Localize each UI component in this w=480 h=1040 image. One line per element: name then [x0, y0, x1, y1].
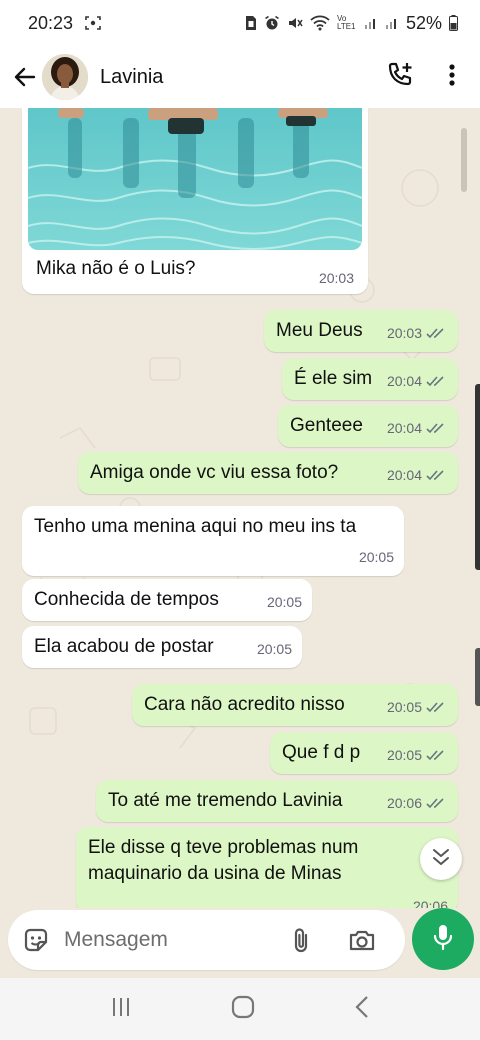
edge-panel-handle[interactable] — [475, 384, 480, 570]
message-bubble-outgoing[interactable]: Ele disse q teve problemas num maquinari… — [76, 827, 458, 914]
scrollbar-thumb[interactable] — [461, 128, 467, 192]
read-ticks-icon — [426, 469, 448, 481]
network-label: Vo LTE1 — [336, 14, 356, 31]
more-vert-icon[interactable] — [448, 63, 456, 92]
message-bubble-outgoing[interactable]: Que f d p 20:05 — [270, 732, 458, 774]
sticker-icon[interactable] — [22, 926, 50, 954]
message-bubble-outgoing[interactable]: Meu Deus 20:03 — [264, 310, 458, 352]
read-ticks-icon — [426, 749, 448, 761]
message-bubble-outgoing[interactable]: É ele sim 20:04 — [282, 358, 458, 400]
message-meta: 20:06 — [387, 790, 448, 816]
system-nav-bar — [0, 978, 480, 1040]
screenshot-icon — [85, 15, 101, 31]
message-text: Que f d p — [282, 742, 361, 763]
message-bubble-incoming[interactable]: Tenho uma menina aqui no meu ins ta 20:0… — [22, 506, 404, 576]
status-time: 20:23 — [28, 12, 74, 33]
battery-icon — [449, 15, 458, 31]
message-meta: 20:05 — [358, 549, 394, 565]
avatar[interactable] — [42, 54, 88, 100]
message-meta: 20:04 — [387, 415, 448, 441]
message-text: Ela acabou de postar — [34, 636, 214, 657]
message-meta: 20:05 — [387, 694, 448, 720]
read-ticks-icon — [426, 327, 448, 339]
composer — [0, 908, 480, 978]
recent-apps-icon[interactable] — [110, 996, 132, 1023]
message-text: Meu Deus — [276, 320, 363, 341]
attach-icon[interactable] — [290, 926, 312, 954]
wifi-icon — [310, 15, 330, 31]
signal-icon-2 — [385, 16, 399, 30]
mute-icon — [287, 15, 303, 31]
edge-panel-handle-lower[interactable] — [475, 648, 480, 706]
read-ticks-icon — [426, 701, 448, 713]
message-meta: 20:05 — [387, 742, 448, 768]
message-meta: 20:04 — [387, 368, 448, 394]
read-ticks-icon — [426, 797, 448, 809]
message-meta: 20:05 — [256, 641, 292, 657]
add-call-icon[interactable] — [386, 61, 414, 94]
message-text: Ele disse q teve problemas num maquinari… — [88, 837, 359, 884]
message-bubble-outgoing[interactable]: Amiga onde vc viu essa foto? 20:04 — [78, 452, 458, 494]
message-text: Mika não é o Luis? — [36, 258, 196, 279]
battery-percent: 52% — [405, 12, 442, 33]
message-text: Tenho uma menina aqui no meu ins ta — [34, 516, 357, 537]
message-meta: 20:05 — [266, 594, 302, 610]
read-ticks-icon — [426, 375, 448, 387]
scroll-to-bottom-button[interactable] — [420, 838, 462, 880]
message-text: Cara não acredito nisso — [144, 694, 345, 715]
message-input-pill[interactable] — [8, 910, 405, 970]
message-bubble-outgoing[interactable]: To até me tremendo Lavinia 20:06 — [96, 780, 458, 822]
status-bar: 20:23 Vo LTE1 52% — [0, 0, 480, 46]
back-arrow-icon[interactable] — [12, 64, 38, 90]
back-nav-icon[interactable] — [354, 995, 370, 1024]
message-meta: 20:04 — [387, 462, 448, 488]
read-ticks-icon — [426, 422, 448, 434]
message-text: Genteee — [290, 415, 363, 436]
image-message[interactable]: Mika não é o Luis? 20:03 — [22, 108, 368, 294]
message-text: To até me tremendo Lavinia — [108, 790, 343, 811]
alarm-icon — [264, 15, 280, 31]
voice-message-button[interactable] — [412, 908, 474, 970]
message-bubble-outgoing[interactable]: Genteee 20:04 — [278, 405, 458, 447]
sim-icon — [245, 15, 257, 31]
mic-icon — [432, 923, 454, 956]
camera-icon[interactable] — [348, 928, 376, 952]
message-bubble-outgoing[interactable]: Cara não acredito nisso 20:05 — [132, 684, 458, 726]
message-text: Amiga onde vc viu essa foto? — [90, 462, 339, 483]
chat-header: Lavinia — [0, 46, 480, 108]
signal-icon — [364, 16, 378, 30]
message-bubble-incoming[interactable]: Ela acabou de postar 20:05 — [22, 626, 302, 668]
home-icon[interactable] — [231, 995, 255, 1024]
message-bubble-incoming[interactable]: Conhecida de tempos 20:05 — [22, 579, 312, 621]
message-text: É ele sim — [294, 368, 373, 389]
message-text: Conhecida de tempos — [34, 589, 219, 610]
pool-photo[interactable] — [28, 108, 362, 250]
message-meta: 20:03 — [387, 320, 448, 346]
contact-name[interactable]: Lavinia — [100, 66, 163, 89]
double-chevron-down-icon — [432, 847, 450, 872]
message-time: 20:03 — [318, 270, 354, 286]
chat-area[interactable]: Mika não é o Luis? 20:03 Meu Deus 20:03 … — [0, 108, 480, 920]
message-input[interactable] — [64, 928, 274, 952]
